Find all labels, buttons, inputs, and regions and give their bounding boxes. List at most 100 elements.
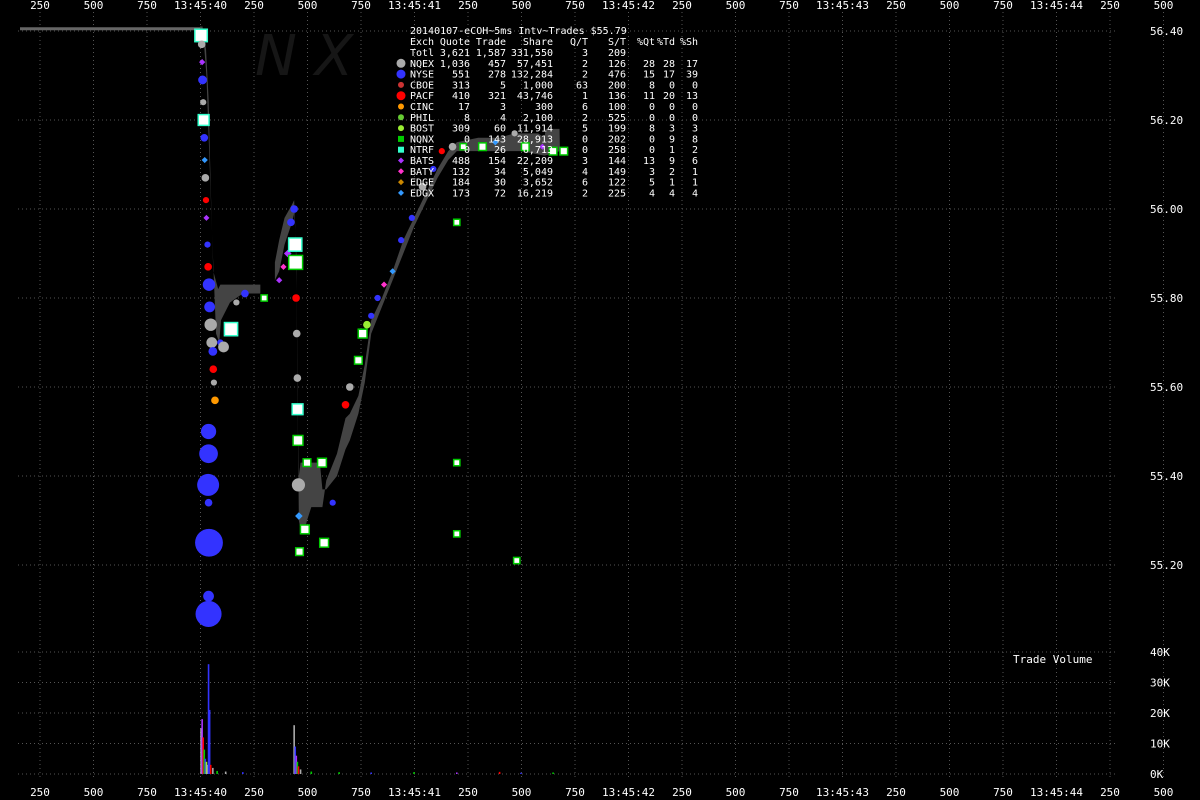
time-tick-bottom: 500 (940, 786, 960, 799)
trade-markers (194, 28, 569, 627)
trade-marker (408, 214, 415, 222)
legend-cell: PACF (410, 91, 434, 102)
legend-cell: 457 (488, 59, 506, 70)
trade-marker (363, 320, 371, 329)
volume-bar (224, 771, 227, 774)
spread-area-1 (200, 26, 261, 343)
legend-header: Trade (476, 37, 506, 48)
price-tick-label: 56.20 (1150, 114, 1183, 127)
legend-cell: 17 (663, 70, 675, 81)
trade-marker (260, 294, 269, 302)
legend-cell: 28,913 (517, 134, 553, 145)
volume-bar (370, 772, 372, 774)
legend-cell: 126 (608, 59, 626, 70)
legend-cell: 149 (608, 167, 626, 178)
legend-cell: 0 (649, 134, 655, 145)
volume-bars (200, 664, 554, 774)
legend-cell: 525 (608, 113, 626, 124)
legend-cell: 3 (500, 102, 506, 113)
legend-cell: 1 (669, 178, 675, 189)
trade-marker (200, 133, 209, 142)
time-tick-top: 500 (84, 0, 104, 12)
legend-cell: 63 (576, 80, 588, 91)
trade-marker (477, 142, 488, 152)
price-tick-label: 55.40 (1150, 470, 1183, 483)
legend-cell: 3,621 (440, 48, 470, 59)
legend-swatch (398, 146, 404, 153)
time-tick-top: 750 (137, 0, 157, 12)
trade-marker (201, 156, 208, 164)
legend-cell: 309 (452, 124, 470, 135)
time-tick-top: 750 (779, 0, 799, 12)
legend-cell: 144 (608, 156, 626, 167)
legend-cell: 410 (452, 91, 470, 102)
legend-cell: 1 (692, 178, 698, 189)
legend-cell: 321 (488, 91, 506, 102)
trade-marker (374, 294, 381, 302)
volume-tick-label: 30K (1150, 677, 1170, 690)
legend: 20140107-eCOH~5ms Intv~Trades $55.79 Exc… (396, 26, 698, 199)
legend-swatch (398, 114, 404, 121)
time-tick-top: 250 (886, 0, 906, 12)
legend-swatch (398, 168, 404, 175)
trade-marker (194, 28, 209, 43)
legend-header: Share (523, 37, 553, 48)
time-tick-top: 250 (672, 0, 692, 12)
legend-cell: 13 (643, 156, 655, 167)
volume-bar (456, 772, 458, 774)
time-tick-bottom: 250 (1100, 786, 1120, 799)
legend-swatch (398, 157, 404, 164)
legend-cell: EDGE (410, 178, 434, 189)
trade-marker (218, 341, 229, 353)
volume-tick-label: 10K (1150, 738, 1170, 751)
legend-cell: 3,652 (523, 178, 553, 189)
trade-marker (299, 524, 311, 535)
watermarks: N X (255, 24, 355, 89)
time-tick-bottom: 500 (1154, 786, 1174, 799)
legend-cell: 17 (686, 59, 698, 70)
legend-cell: 100 (608, 102, 626, 113)
legend-header: Exch (410, 37, 434, 48)
trade-marker (345, 383, 354, 391)
legend-cell: 8 (649, 124, 655, 135)
legend-cell: 184 (452, 178, 470, 189)
legend-cell: 2,100 (523, 113, 553, 124)
legend-cell: 313 (452, 80, 470, 91)
trade-marker (204, 241, 211, 248)
volume-tick-label: 0K (1150, 768, 1164, 781)
legend-cell: 3 (669, 124, 675, 135)
legend-cell: 6 (692, 156, 698, 167)
trade-marker (452, 458, 461, 467)
legend-cell: 143 (488, 134, 506, 145)
trade-marker (195, 600, 222, 627)
legend-cell: NQEX (410, 59, 434, 70)
volume-bar (338, 772, 340, 774)
legend-cell: 5 (500, 80, 506, 91)
legend-cell: 15 (643, 70, 655, 81)
legend-cell: 2 (582, 70, 588, 81)
legend-cell: 0 (692, 113, 698, 124)
time-tick-bottom: 13:45:41 (388, 786, 441, 799)
legend-cell: 4 (692, 188, 698, 199)
legend-cell: 5 (582, 124, 588, 135)
legend-cell: 0 (649, 102, 655, 113)
legend-cell: 8 (692, 134, 698, 145)
trade-marker (197, 40, 206, 49)
volume-bar (209, 764, 212, 774)
legend-cell: 34 (494, 167, 506, 178)
trade-marker (198, 75, 207, 85)
trade-marker (302, 458, 312, 468)
watermark-left: N X (255, 24, 355, 89)
legend-cell: 60 (494, 124, 506, 135)
legend-cell: 1 (669, 145, 675, 156)
legend-cell: 199 (608, 124, 626, 135)
legend-cell: 8 (464, 113, 470, 124)
trade-marker (287, 254, 304, 271)
trade-marker (209, 365, 218, 374)
trade-marker (206, 337, 218, 348)
volume-bar (413, 772, 415, 774)
trade-marker (316, 457, 328, 468)
trade-marker (199, 444, 218, 464)
legend-cell: 17 (458, 102, 470, 113)
chart-title: 20140107-eCOH~5ms Intv~Trades $55.79 (410, 26, 627, 37)
